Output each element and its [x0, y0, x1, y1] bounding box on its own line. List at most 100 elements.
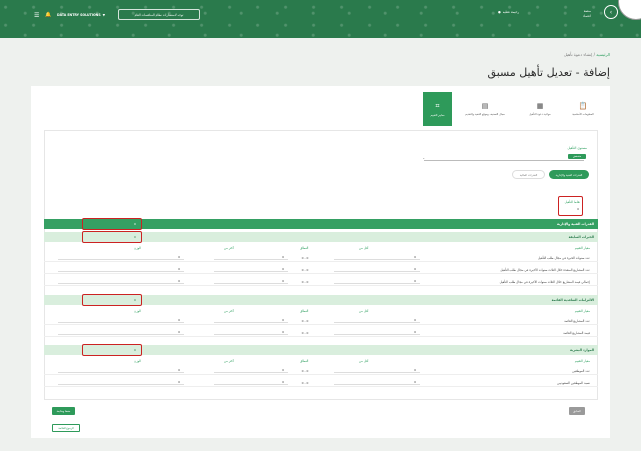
table-icon: ▤ [481, 102, 489, 110]
back-to-list-button[interactable]: الرجوع للقائمة [52, 424, 80, 432]
range-text: 0 - 0 [301, 319, 309, 323]
weight-input[interactable]: 0 [58, 329, 184, 335]
col-weight: الوزن [134, 309, 141, 313]
col-range: النطاق [300, 359, 309, 363]
col-criteria: معيار التقييم [574, 309, 590, 313]
step-invitation-dates[interactable]: ▦ مواعيد دعوة التأهيل [520, 92, 560, 126]
criteria-text: إجمالي قيمة المشاريع خلال الثلاث سنوات ا… [499, 280, 590, 284]
logo-line-2: اعتماد [583, 14, 591, 18]
step-classification[interactable]: ▤ مجال التصنيف وموقع التنفيذ والتقديم [454, 92, 516, 126]
col-range: النطاق [300, 246, 309, 250]
bell-icon[interactable]: 🔔 [45, 8, 53, 22]
min-input[interactable]: 0 [334, 278, 420, 284]
criteria-text: عدد الموظفين [572, 369, 590, 373]
col-min: أقل من [359, 359, 369, 363]
top-navigation-bar: ☰ 🔔 DATA ENTRY SOLUTIONS ▼ توجه لاستشارات… [0, 0, 641, 38]
weight-input[interactable]: 0 [58, 266, 184, 272]
criteria-text: عدد المشاريع القائمة [564, 319, 590, 323]
platform-logo-text: منصة اعتماد [583, 9, 591, 19]
tab-financial[interactable]: القدرات المالية [512, 170, 545, 179]
range-text: 0 - 0 [301, 256, 309, 260]
table-header: معيار التقييم أقل من النطاق أكثر من الوز… [44, 307, 598, 314]
range-text: 0 - 0 [301, 268, 309, 272]
chevron-down-icon: ▼ [102, 13, 106, 17]
max-input[interactable]: 0 [214, 329, 288, 335]
max-input[interactable]: 0 [214, 317, 288, 323]
min-input[interactable]: 0 [334, 317, 420, 323]
col-max: أكثر من [224, 309, 234, 313]
max-input[interactable]: 0 [214, 266, 288, 272]
range-text: 0 - 0 [301, 369, 309, 373]
section-title: الموارد البشرية [569, 348, 594, 352]
clipboard-icon: 📋 [578, 102, 588, 110]
min-input[interactable]: 0 [334, 266, 420, 272]
criteria-text: عدد المشاريع المنفذة خلال الثلاث سنوات ا… [500, 268, 590, 272]
user-menu[interactable]: ● رحيمة عطيه [498, 10, 519, 14]
weight-input[interactable]: 0 [58, 367, 184, 373]
weight-input[interactable]: 0 [58, 254, 184, 260]
qualification-points-value: 0 [577, 207, 579, 211]
goto-tenders-button[interactable]: توجه لاستشارات نظام المنافسات العام [118, 9, 200, 20]
col-criteria: معيار التقييم [574, 359, 590, 363]
page-title: إضافة - تعديل تأهيل مسبق [487, 66, 610, 79]
section-total-error-outline[interactable] [82, 231, 142, 243]
table-row: عدد المشاريع المنفذة خلال الثلاث سنوات ا… [44, 264, 598, 274]
table-row: عدد سنوات الخبرة في مجال طلب التأهيل 0 0… [44, 252, 598, 262]
qualification-level-label: مستوى التأهيل [567, 146, 587, 150]
table-row: عدد المشاريع القائمة 0 0 - 0 0 0 [44, 315, 598, 325]
company-name: DATA ENTRY SOLUTIONS [57, 13, 101, 17]
weight-input[interactable]: 0 [58, 379, 184, 385]
table-row: قيمة المشاريع القائمة 0 0 - 0 0 0 [44, 327, 598, 337]
menu-icon[interactable]: ☰ [34, 8, 42, 22]
breadcrumb-current: إنشاء دعوة تأهيل [563, 52, 593, 57]
min-input[interactable]: 0 [334, 367, 420, 373]
table-row: عدد الموظفين 0 0 - 0 0 0 [44, 365, 598, 375]
step-label: مواعيد دعوة التأهيل [529, 113, 551, 116]
col-min: أقل من [359, 309, 369, 313]
col-max: أكثر من [224, 246, 234, 250]
col-weight: الوزن [134, 246, 141, 250]
chevron-icon[interactable]: ‹ [604, 5, 618, 19]
save-continue-button[interactable]: حفظ ومتابعة [52, 407, 75, 415]
qualification-level-badge: منخفض [568, 154, 586, 159]
qualification-points-field[interactable]: نقاط التأهيل 0 [558, 196, 583, 216]
step-label: معايير التقييم [430, 113, 445, 117]
max-input[interactable]: 0 [214, 379, 288, 385]
user-icon: ● [498, 10, 501, 14]
range-text: 0 - 0 [301, 331, 309, 335]
weight-input[interactable]: 0 [58, 278, 184, 284]
breadcrumb-home-link[interactable]: الرئيسية [596, 52, 610, 57]
col-max: أكثر من [224, 359, 234, 363]
company-switcher[interactable]: DATA ENTRY SOLUTIONS ▼ [57, 8, 105, 22]
section-title: القدرات الفنية والإدارية [556, 222, 594, 226]
paperclip-icon: ⌗ [435, 101, 440, 110]
step-basic-info[interactable]: 📋 المعلومات الأساسية [566, 92, 600, 126]
col-min: أقل من [359, 246, 369, 250]
min-input[interactable]: 0 [334, 329, 420, 335]
criteria-text: نسبة الموظفين السعوديين [557, 381, 590, 385]
range-text: 0 - 0 [301, 381, 309, 385]
qualification-points-label: نقاط التأهيل [564, 200, 580, 204]
min-input[interactable]: 0 [334, 254, 420, 260]
breadcrumb: الرئيسية / إنشاء دعوة تأهيل [564, 52, 610, 57]
step-label: مجال التصنيف وموقع التنفيذ والتقديم [465, 113, 505, 116]
criteria-text: عدد سنوات الخبرة في مجال طلب التأهيل [537, 256, 590, 260]
section-total-error-outline[interactable] [82, 218, 142, 230]
section-total-error-outline[interactable] [82, 294, 142, 306]
section-title: الخبرات السابقة [568, 235, 594, 239]
section-total-error-outline[interactable] [82, 344, 142, 356]
max-input[interactable]: 0 [214, 367, 288, 373]
previous-button[interactable]: السابق [569, 407, 585, 415]
calendar-icon: ▦ [536, 102, 544, 110]
min-input[interactable]: 0 [334, 379, 420, 385]
qualification-level-select[interactable] [424, 160, 584, 161]
section-title: الالتزامات التعاقدية القائمة [551, 298, 594, 302]
max-input[interactable]: 0 [214, 254, 288, 260]
table-row: إجمالي قيمة المشاريع خلال الثلاث سنوات ا… [44, 276, 598, 286]
table-header: معيار التقييم أقل من النطاق أكثر من الوز… [44, 357, 598, 364]
tab-technical-administrative[interactable]: القدرات الفنية والإدارية [549, 170, 589, 179]
weight-input[interactable]: 0 [58, 317, 184, 323]
max-input[interactable]: 0 [214, 278, 288, 284]
step-evaluation-criteria[interactable]: ⌗ معايير التقييم [423, 92, 452, 126]
col-range: النطاق [300, 309, 309, 313]
